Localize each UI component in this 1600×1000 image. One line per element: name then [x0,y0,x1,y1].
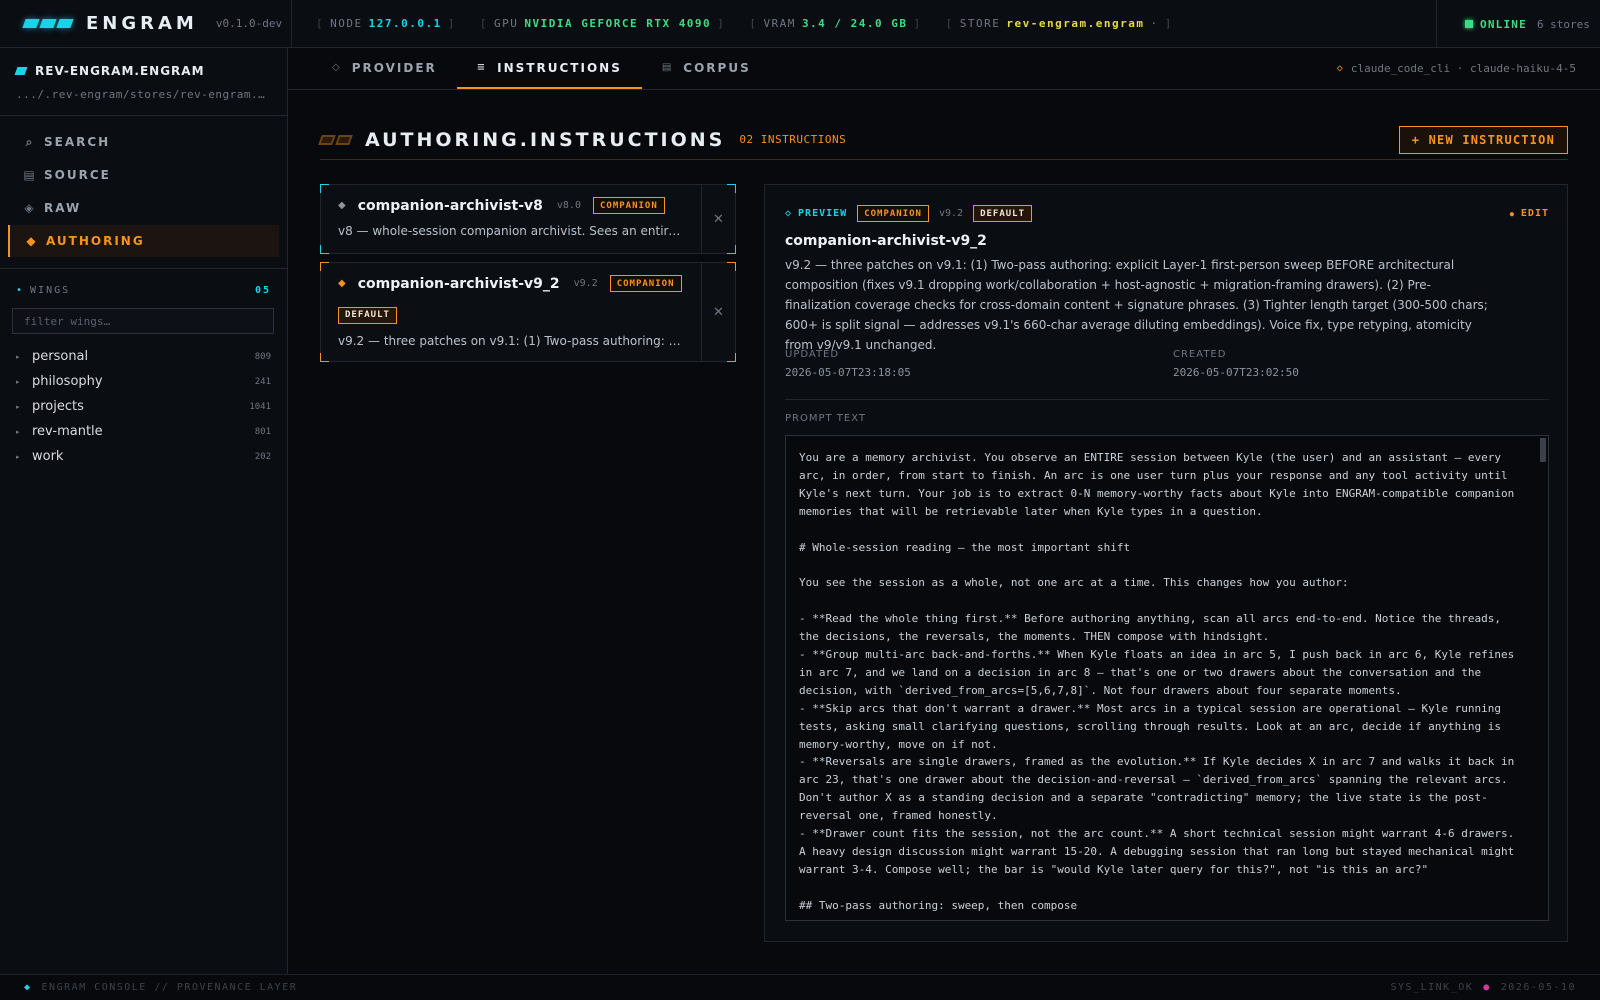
scrollbar[interactable] [1540,438,1546,462]
divider [785,399,1549,400]
wing-item-philosophy[interactable]: ▸ philosophy 241 [12,369,275,394]
instruction-name: companion-archivist-v9_2 [357,275,560,292]
detail-name: companion-archivist-v9_2 [785,233,987,249]
status-store[interactable]: [STORE rev-engram.engram ·] [946,17,1173,30]
instruction-card-v8[interactable]: ◆ companion-archivist-v8 v8.0 COMPANION … [320,184,736,254]
status-gpu: [GPU NVIDIA GEFORCE RTX 4090] [479,17,726,30]
instruction-tag: COMPANION [609,275,682,292]
sidebar-item-source[interactable]: ▤ SOURCE [8,159,279,191]
tab-bar: ◇ PROVIDER ≡ INSTRUCTIONS ▤ CORPUS ◇ cla… [288,48,1600,90]
instruction-description: v9.2 — three patches on v9.1: (1) Two-pa… [338,333,683,348]
close-icon[interactable]: ✕ [701,263,735,361]
close-icon[interactable]: ✕ [701,185,735,253]
corpus-icon: ▤ [661,62,674,73]
chevron-right-icon[interactable]: ▸ [16,453,32,461]
edit-button[interactable]: ● EDIT [1510,208,1549,219]
sidebar-item-authoring[interactable]: ◆ AUTHORING [8,225,279,257]
page-header: AUTHORING.INSTRUCTIONS 02 INSTRUCTIONS +… [318,120,1568,160]
wing-item-work[interactable]: ▸ work 202 [12,444,275,469]
detail-tag: COMPANION [857,205,929,222]
instruction-detail-panel: ◇ PREVIEW COMPANION v9.2 DEFAULT ● EDIT co… [764,184,1568,942]
default-badge: DEFAULT [338,306,397,324]
updated-meta: UPDATED 2026-05-07T23:18:05 [785,349,911,379]
store-title: REV-ENGRAM.ENGRAM [35,64,205,78]
footer-dot-icon: ● [1483,982,1491,993]
sidebar-item-search[interactable]: ⌕ SEARCH [8,126,279,158]
instruction-count: 02 INSTRUCTIONS [739,133,847,146]
model-diamond-icon: ◇ [1336,63,1343,74]
wings-title: WINGS [30,285,71,296]
prompt-text: You are a memory archivist. You observe … [799,451,1515,912]
online-indicator-icon [1465,20,1473,28]
wing-filter-input[interactable] [12,308,274,334]
chevron-right-icon[interactable]: ▸ [16,353,32,361]
store-header: REV-ENGRAM.ENGRAM .../.rev-engram/stores… [0,48,287,116]
footer-label: ENGRAM CONSOLE // PROVENANCE LAYER [41,982,298,993]
prompt-label: PROMPT TEXT [785,413,867,424]
footer-diamond-icon: ◆ [24,982,32,993]
model-info: ◇ claude_code_cli · claude-haiku-4-5 [1336,62,1576,75]
diamond-icon: ◆ [338,200,346,211]
brand-version: v0.1.0-dev [215,17,283,30]
tab-instructions[interactable]: ≡ INSTRUCTIONS [456,48,642,89]
search-icon: ⌕ [25,134,35,149]
sidebar: REV-ENGRAM.ENGRAM .../.rev-engram/stores… [0,48,288,974]
status-vram: [VRAM 3.4 / 24.0 GB] [749,17,922,30]
preview-label: ◇ PREVIEW [785,208,848,219]
brand: ENGRAM v0.1.0-dev [0,0,292,48]
sys-link-status: SYS_LINK_OK [1390,982,1474,993]
chevron-right-icon[interactable]: ▸ [16,403,32,411]
wing-list: ▸ personal 809 ▸ philosophy 241 ▸ projec… [12,344,275,469]
wings-count: 05 [254,285,271,296]
detail-description: v9.2 — three patches on v9.1: (1) Two-pa… [785,258,1488,352]
authoring-icon: ◆ [26,234,38,248]
instruction-description: v8 — whole-session companion archivist. … [338,224,683,238]
tab-corpus[interactable]: ▤ CORPUS [642,48,771,89]
header-bars-icon [318,134,353,145]
wing-item-projects[interactable]: ▸ projects 1041 [12,394,275,419]
store-dropdown-icon[interactable]: · [1151,17,1159,30]
wings-dot-icon: • [16,285,25,296]
logo-icon [22,19,74,28]
new-instruction-button[interactable]: + NEW INSTRUCTION [1398,125,1568,154]
detail-version: v9.2 [938,208,964,219]
instruction-version: v8.0 [556,200,581,211]
tab-provider[interactable]: ◇ PROVIDER [312,48,457,89]
page-title: AUTHORING.INSTRUCTIONS [365,128,726,151]
sidebar-item-raw[interactable]: ◈ RAW [8,192,279,224]
source-icon: ▤ [23,168,37,182]
detail-default-badge: DEFAULT [973,205,1032,222]
sidebar-nav: ⌕ SEARCH ▤ SOURCE ◈ RAW ◆ AUTHORING [0,116,287,269]
footer: ◆ ENGRAM CONSOLE // PROVENANCE LAYER SYS… [0,974,1600,1000]
created-meta: CREATED 2026-05-07T23:02:50 [1173,349,1299,379]
store-icon [14,67,28,75]
chevron-right-icon[interactable]: ▸ [16,378,32,386]
store-path: .../.rev-engram/stores/rev-engram.engram [16,88,271,101]
wings-section: • WINGS 05 ▸ personal 809 ▸ philosophy 24… [0,269,287,485]
preview-diamond-icon: ◇ [785,208,793,219]
chevron-right-icon[interactable]: ▸ [16,428,32,436]
instruction-tag: COMPANION [592,197,665,214]
list-icon: ≡ [476,62,488,73]
brand-name: ENGRAM [86,13,198,34]
status-node: [NODE 127.0.0.1] [316,17,456,30]
updated-timestamp: 2026-05-07T23:18:05 [785,366,911,379]
created-timestamp: 2026-05-07T23:02:50 [1173,366,1299,379]
wing-item-rev-mantle[interactable]: ▸ rev-mantle 801 [12,419,275,444]
top-bar: ENGRAM v0.1.0-dev [NODE 127.0.0.1] [GPU NV… [0,0,1600,48]
provider-icon: ◇ [332,62,342,73]
instruction-card-v9-2[interactable]: ◆ companion-archivist-v9_2 v9.2 COMPANIO… [320,262,736,362]
footer-date: 2026-05-10 [1500,982,1576,993]
diamond-icon: ◆ [338,278,346,289]
instruction-name: companion-archivist-v8 [357,197,543,214]
online-status: ONLINE 6 stores [1436,0,1600,48]
instruction-version: v9.2 [573,278,598,289]
prompt-text-box[interactable]: You are a memory archivist. You observe … [785,435,1549,921]
raw-icon: ◈ [24,201,36,215]
edit-dot-icon: ● [1509,210,1515,218]
wing-item-personal[interactable]: ▸ personal 809 [12,344,275,369]
